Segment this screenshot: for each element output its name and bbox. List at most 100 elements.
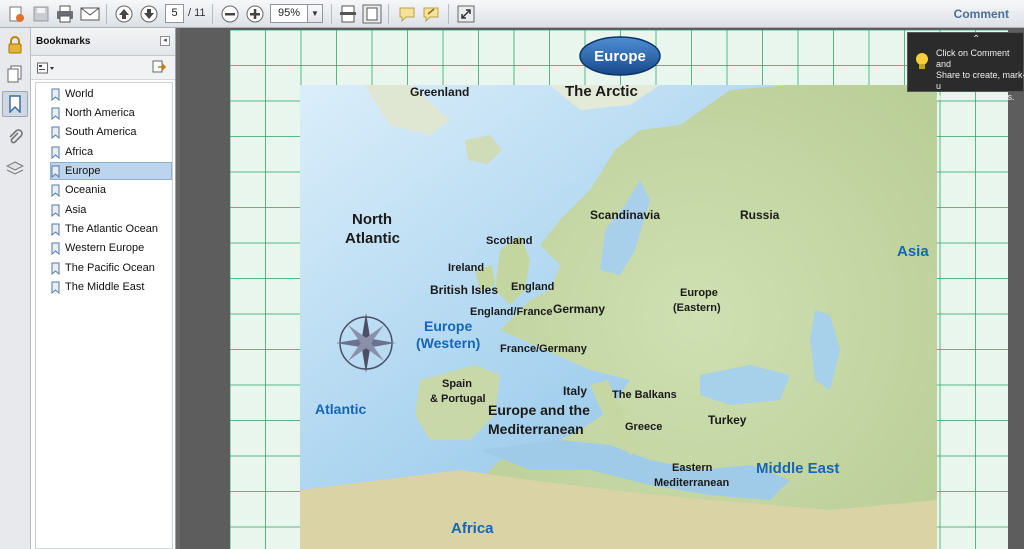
tooltip-line-1: Click on Comment and	[936, 48, 1010, 69]
bookmark-item-icon	[51, 88, 60, 101]
bookmark-options-icon[interactable]	[37, 61, 55, 79]
lock-icon[interactable]	[2, 32, 28, 58]
link-africa[interactable]: Africa	[451, 520, 494, 537]
bookmark-item-icon	[51, 126, 60, 139]
tooltip-text: Click on Comment and Share to create, ma…	[936, 48, 1024, 103]
bookmark-oceania[interactable]: Oceania	[51, 181, 110, 199]
zoom-out-icon[interactable]	[219, 3, 241, 25]
collapse-panel-icon[interactable]: ◂	[160, 36, 170, 46]
chevron-up-icon[interactable]: ⌃	[972, 34, 980, 45]
map-title: Europe	[594, 48, 646, 65]
next-page-icon[interactable]	[138, 3, 160, 25]
main-toolbar: 5 / 11 95% ▼ Comment	[0, 0, 1024, 28]
bookmark-label: The Atlantic Ocean	[65, 223, 158, 235]
europe-map[interactable]: Europe Greenland The Arctic North Atlant…	[230, 30, 1008, 549]
zoom-in-icon[interactable]	[244, 3, 266, 25]
tooltip-line-2: Share to create, mark-u	[936, 70, 1024, 91]
attachment-icon[interactable]	[2, 124, 28, 150]
document-viewer[interactable]: Europe Greenland The Arctic North Atlant…	[180, 28, 1024, 549]
bookmark-label: The Middle East	[65, 281, 145, 293]
label-europe-med-1: Europe and the	[488, 402, 590, 418]
link-europe-western-2[interactable]: (Western)	[416, 335, 480, 351]
print-icon[interactable]	[54, 3, 76, 25]
sticky-note-icon[interactable]	[396, 3, 418, 25]
bookmark-item-icon	[51, 223, 60, 236]
layers-icon[interactable]	[2, 156, 28, 182]
create-pdf-icon[interactable]	[5, 3, 27, 25]
bookmarks-title: Bookmarks	[36, 36, 91, 47]
bookmarks-header: Bookmarks ◂	[31, 28, 175, 56]
bookmark-asia[interactable]: Asia	[51, 201, 90, 219]
bookmark-europe[interactable]: Europe	[50, 162, 172, 180]
fit-page-width-icon[interactable]	[337, 3, 359, 25]
label-france-germany: France/Germany	[500, 343, 588, 355]
zoom-level-input[interactable]: 95%	[270, 4, 308, 23]
bookmark-label: Europe	[65, 165, 101, 177]
comment-tooltip: ⌃ Click on Comment and Share to create, …	[907, 32, 1024, 102]
bookmark-label: Western Europe	[65, 242, 145, 254]
bookmark-north-america[interactable]: North America	[51, 104, 139, 122]
bookmark-africa[interactable]: Africa	[51, 143, 97, 161]
navigation-pane-strip	[0, 28, 31, 549]
label-europe-eastern-2: (Eastern)	[673, 302, 721, 314]
label-scandinavia: Scandinavia	[590, 208, 660, 222]
tooltip-line-3: and send PDF files.	[936, 92, 1015, 102]
label-greenland: Greenland	[410, 85, 469, 99]
zoom-dropdown-button[interactable]: ▼	[307, 4, 323, 23]
label-portugal: & Portugal	[430, 393, 486, 405]
label-greece: Greece	[625, 421, 662, 433]
bookmark-item-icon	[51, 146, 60, 159]
label-north-atlantic-1: North	[352, 211, 392, 228]
new-bookmark-icon[interactable]	[152, 60, 167, 79]
label-balkans: The Balkans	[612, 389, 677, 401]
bookmarks-panel: Bookmarks ◂ World North America South Am…	[31, 28, 176, 549]
page-number-input[interactable]: 5	[165, 4, 184, 23]
link-middle-east[interactable]: Middle East	[756, 460, 839, 477]
bookmark-item-icon	[51, 184, 60, 197]
label-ireland: Ireland	[448, 262, 484, 274]
label-russia: Russia	[740, 208, 780, 222]
page-total-label: / 11	[188, 7, 206, 19]
label-spain: Spain	[442, 378, 472, 390]
label-eastern-med-1: Eastern	[672, 462, 713, 474]
label-europe-eastern-1: Europe	[680, 287, 718, 299]
bookmark-middle-east[interactable]: The Middle East	[51, 278, 148, 296]
email-icon[interactable]	[79, 3, 101, 25]
label-turkey: Turkey	[708, 413, 747, 427]
full-screen-icon[interactable]	[455, 3, 477, 25]
bookmark-item-icon	[51, 107, 60, 120]
label-germany: Germany	[553, 302, 605, 316]
bookmark-label: South America	[65, 126, 137, 138]
lightbulb-icon	[916, 53, 928, 69]
label-arctic: The Arctic	[565, 83, 638, 100]
link-asia[interactable]: Asia	[897, 243, 929, 260]
bookmark-atlantic-ocean[interactable]: The Atlantic Ocean	[51, 220, 162, 238]
fit-page-icon[interactable]	[361, 3, 383, 25]
bookmark-item-icon	[51, 204, 60, 217]
link-atlantic[interactable]: Atlantic	[315, 401, 367, 417]
bookmark-label: Asia	[65, 204, 87, 216]
bookmarks-toolbar	[31, 56, 175, 80]
bookmark-western-europe[interactable]: Western Europe	[51, 239, 148, 257]
bookmark-label: World	[65, 88, 94, 100]
pages-icon[interactable]	[2, 61, 28, 87]
bookmarks-list: World North America South America Africa…	[35, 82, 173, 549]
label-italy: Italy	[563, 384, 587, 398]
bookmark-pacific-ocean[interactable]: The Pacific Ocean	[51, 259, 159, 277]
comment-button[interactable]: Comment	[954, 7, 1009, 21]
bookmark-label: Oceania	[65, 184, 106, 196]
label-eastern-med-2: Mediterranean	[654, 477, 729, 489]
highlight-icon[interactable]	[420, 3, 442, 25]
bookmark-label: The Pacific Ocean	[65, 262, 155, 274]
bookmark-item-icon	[51, 262, 60, 275]
bookmark-label: Africa	[65, 146, 94, 158]
label-north-atlantic-2: Atlantic	[345, 230, 400, 247]
previous-page-icon[interactable]	[113, 3, 135, 25]
bookmark-icon[interactable]	[2, 91, 28, 117]
bookmark-item-icon	[51, 165, 60, 178]
bookmark-world[interactable]: World	[51, 85, 98, 103]
bookmark-south-america[interactable]: South America	[51, 123, 141, 141]
label-scotland: Scotland	[486, 235, 532, 247]
link-europe-western-1[interactable]: Europe	[424, 318, 472, 334]
save-icon[interactable]	[30, 3, 52, 25]
